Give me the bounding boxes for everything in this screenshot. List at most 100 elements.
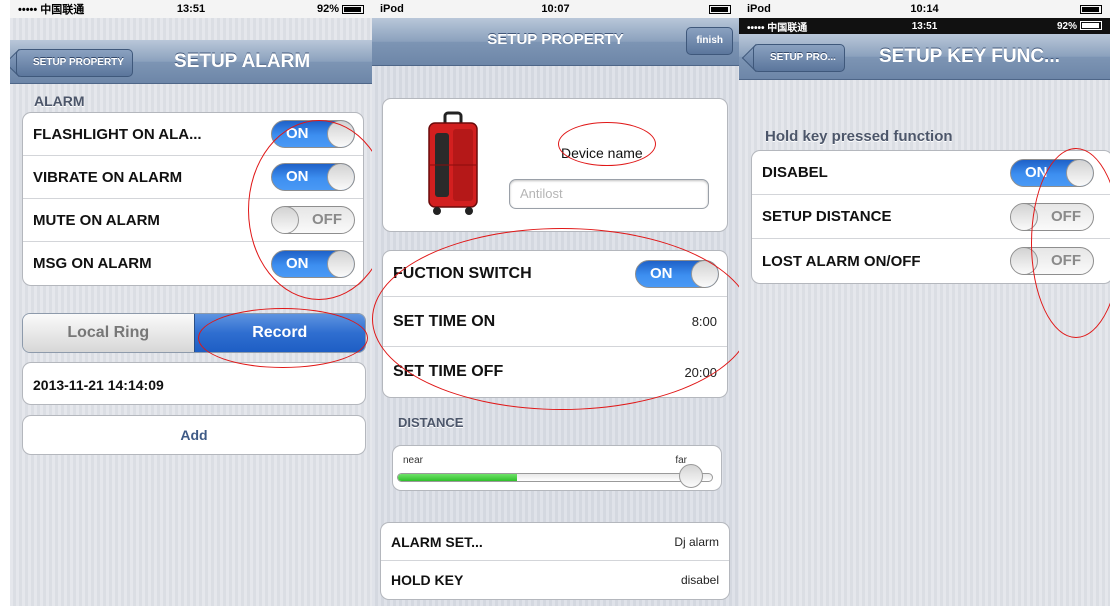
disable-toggle[interactable]: ON	[1010, 158, 1094, 187]
toggle-state: OFF	[1051, 207, 1081, 225]
distance-slider-thumb[interactable]	[679, 464, 703, 488]
battery-label: 92%	[1056, 20, 1077, 32]
distance-slider-card: near far	[392, 445, 722, 491]
back-button[interactable]: SETUP PRO...	[753, 44, 845, 72]
row-value: Dj alarm	[674, 534, 719, 549]
device-name-label: Device name	[561, 145, 643, 161]
row-label: SET TIME ON	[393, 312, 496, 330]
vibrate-toggle[interactable]: ON	[271, 163, 355, 191]
lost-alarm-toggle[interactable]: OFF	[1010, 247, 1094, 275]
battery-icon	[1080, 21, 1102, 31]
function-group: FUCTION SWITCH ON SET TIME ON 8:00 SET T…	[382, 250, 728, 398]
segment-local-ring[interactable]: Local Ring	[23, 314, 194, 352]
page-title: SETUP KEY FUNC...	[879, 46, 1060, 67]
toggle-row: VIBRATE ON ALARM ON	[23, 156, 363, 199]
status-bar: iPod 10:07	[372, 0, 739, 18]
row-value: 20:00	[684, 364, 717, 380]
function-switch-toggle[interactable]: ON	[635, 259, 719, 288]
list-item[interactable]: HOLD KEY disabel	[381, 561, 729, 599]
toggle-state: ON	[650, 264, 673, 282]
toggle-state: ON	[286, 168, 309, 185]
setup-distance-toggle[interactable]: OFF	[1010, 202, 1094, 231]
record-list: 2013-11-21 14:14:09	[22, 362, 366, 405]
device-label: iPod	[380, 3, 404, 15]
flashlight-toggle[interactable]: ON	[271, 120, 355, 148]
navigation-bar: SETUP PRO... SETUP KEY FUNC...	[739, 34, 1110, 80]
row-label: ALARM SET...	[391, 533, 483, 550]
device-info-card: Device name Antilost	[382, 98, 728, 232]
toggle-knob	[1011, 203, 1038, 230]
status-bar: ••••• 中国联通 13:51 92%	[739, 18, 1110, 34]
toggle-knob	[327, 250, 354, 277]
toggle-state: OFF	[1051, 252, 1081, 269]
navigation-bar: SETUP PROPERTY SETUP ALARM	[10, 40, 372, 84]
ring-source-segmented-control: Local Ring Record	[22, 313, 366, 353]
key-function-group: DISABEL ON SETUP DISTANCE OFF LOST ALARM…	[751, 150, 1110, 284]
time-row[interactable]: SET TIME OFF 20:00	[383, 347, 727, 397]
battery-indicator: 92%	[317, 3, 364, 15]
toggle-state: ON	[1025, 163, 1048, 181]
bottom-settings-group: ALARM SET... Dj alarm HOLD KEY disabel	[380, 522, 730, 600]
battery-icon	[709, 4, 731, 14]
row-label: FLASHLIGHT ON ALA...	[33, 125, 202, 143]
row-label: MSG ON ALARM	[33, 255, 152, 272]
distance-slider-track[interactable]	[397, 473, 713, 482]
battery-label: 92%	[316, 3, 339, 15]
row-label: SET TIME OFF	[393, 363, 504, 380]
list-item[interactable]: 2013-11-21 14:14:09	[23, 363, 365, 404]
section-header-distance: DISTANCE	[398, 415, 464, 430]
row-label: HOLD KEY	[391, 572, 464, 588]
toggle-state: ON	[286, 254, 309, 272]
status-bar: ••••• 中国联通 13:51 92%	[10, 0, 372, 18]
alarm-settings-group: FLASHLIGHT ON ALA... ON VIBRATE ON ALARM…	[22, 112, 364, 286]
carrier-label: ••••• 中国联通	[747, 22, 808, 34]
toggle-state: OFF	[312, 211, 342, 228]
toggle-knob	[691, 260, 718, 287]
screen-setup-alarm: ••••• 中国联通 13:51 92% SETUP PROPERTY SETU…	[10, 0, 372, 606]
add-button[interactable]: Add	[22, 415, 366, 455]
clock-label: 13:51	[176, 3, 206, 15]
distance-slider-fill	[398, 474, 518, 481]
list-item[interactable]: ALARM SET... Dj alarm	[381, 523, 729, 561]
page-title: SETUP ALARM	[174, 51, 311, 72]
row-label: MUTE ON ALARM	[33, 211, 160, 229]
row-value: 8:00	[691, 314, 717, 329]
toggle-row: DISABEL ON	[752, 151, 1110, 195]
toggle-row: FLASHLIGHT ON ALA... ON	[23, 113, 363, 156]
toggle-row: FUCTION SWITCH ON	[383, 251, 727, 297]
navigation-bar: SETUP PROPERTY finish	[372, 18, 739, 66]
row-label: VIBRATE ON ALARM	[33, 168, 183, 186]
slider-min-label: near	[403, 455, 424, 466]
suitcase-image	[428, 111, 478, 215]
back-button[interactable]: SETUP PROPERTY	[16, 49, 133, 77]
clock-label: 10:07	[541, 3, 570, 15]
device-name-field[interactable]: Antilost	[509, 179, 709, 209]
row-label: FUCTION SWITCH	[393, 264, 532, 282]
screen-setup-key-function: iPod 10:14 ••••• 中国联通 13:51 92% SETUP PR…	[739, 0, 1110, 606]
outer-status-bar: iPod 10:14	[739, 0, 1110, 18]
mute-toggle[interactable]: OFF	[271, 206, 355, 234]
clock-label: 13:51	[911, 20, 938, 32]
row-value: disabel	[680, 573, 719, 587]
battery-icon	[1080, 4, 1102, 14]
record-timestamp: 2013-11-21 14:14:09	[33, 376, 164, 393]
section-header-hold-key: Hold key pressed function	[765, 128, 953, 145]
msg-toggle[interactable]: ON	[271, 249, 355, 278]
toggle-row: LOST ALARM ON/OFF OFF	[752, 239, 1110, 283]
battery-indicator: 92%	[1057, 21, 1102, 32]
row-label: SETUP DISTANCE	[762, 208, 892, 225]
device-label: iPod	[747, 3, 771, 15]
toggle-knob	[1066, 159, 1093, 186]
toggle-row: MSG ON ALARM ON	[23, 242, 363, 285]
toggle-knob	[272, 207, 299, 233]
toggle-knob	[1011, 248, 1038, 274]
segment-record[interactable]: Record	[193, 314, 365, 352]
battery-icon	[342, 4, 364, 14]
toggle-state: ON	[286, 125, 309, 142]
toggle-knob	[327, 121, 354, 147]
finish-button[interactable]: finish	[686, 27, 733, 55]
toggle-row: SETUP DISTANCE OFF	[752, 195, 1110, 239]
time-row[interactable]: SET TIME ON 8:00	[383, 297, 727, 347]
row-label: DISABEL	[762, 164, 828, 181]
toggle-row: MUTE ON ALARM OFF	[23, 199, 363, 242]
